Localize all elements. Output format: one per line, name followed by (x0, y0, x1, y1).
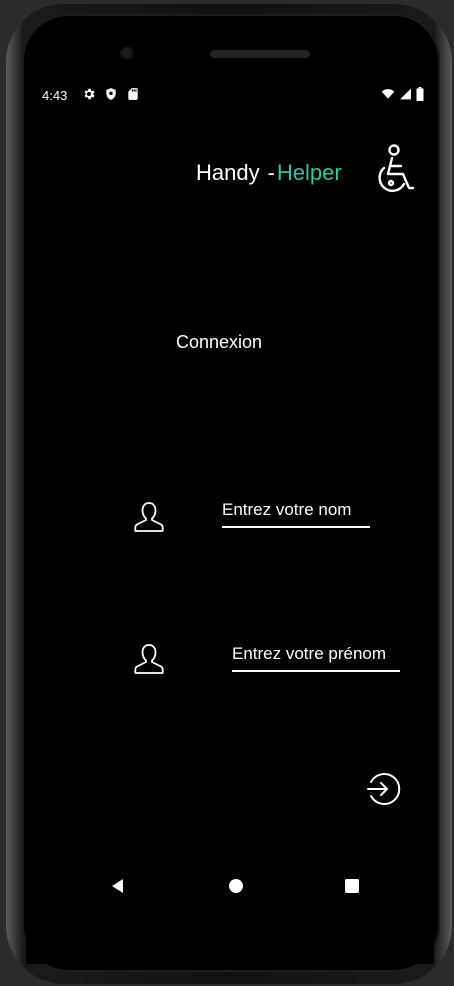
name-field[interactable]: Entrez votre nom (222, 500, 370, 528)
login-heading: Connexion (176, 332, 263, 352)
sd-card-icon (128, 88, 138, 100)
signal-icon (400, 88, 411, 100)
user-icon (134, 644, 164, 674)
user-icon (134, 502, 164, 532)
firstname-field[interactable]: Entrez votre prénom (232, 644, 400, 672)
app-title: Handy - Helper (196, 158, 342, 188)
status-time: 4:43 (42, 88, 68, 103)
recents-icon[interactable] (342, 876, 362, 896)
wheelchair-icon (378, 144, 415, 192)
wifi-icon (381, 89, 395, 99)
title-handy: Handy (196, 160, 260, 185)
shield-icon (106, 88, 116, 100)
front-camera (122, 48, 132, 58)
earpiece-speaker (210, 50, 310, 58)
settings-icon (84, 88, 95, 100)
title-helper: Helper (276, 160, 342, 185)
title-dash: - (267, 160, 275, 185)
app-screen: 4:43 Handy - Helper Connexion Entrez vot… (26, 74, 434, 964)
battery-icon (416, 87, 424, 101)
back-icon[interactable] (108, 876, 128, 896)
login-arrow-icon[interactable] (365, 771, 401, 807)
home-icon[interactable] (226, 876, 246, 896)
